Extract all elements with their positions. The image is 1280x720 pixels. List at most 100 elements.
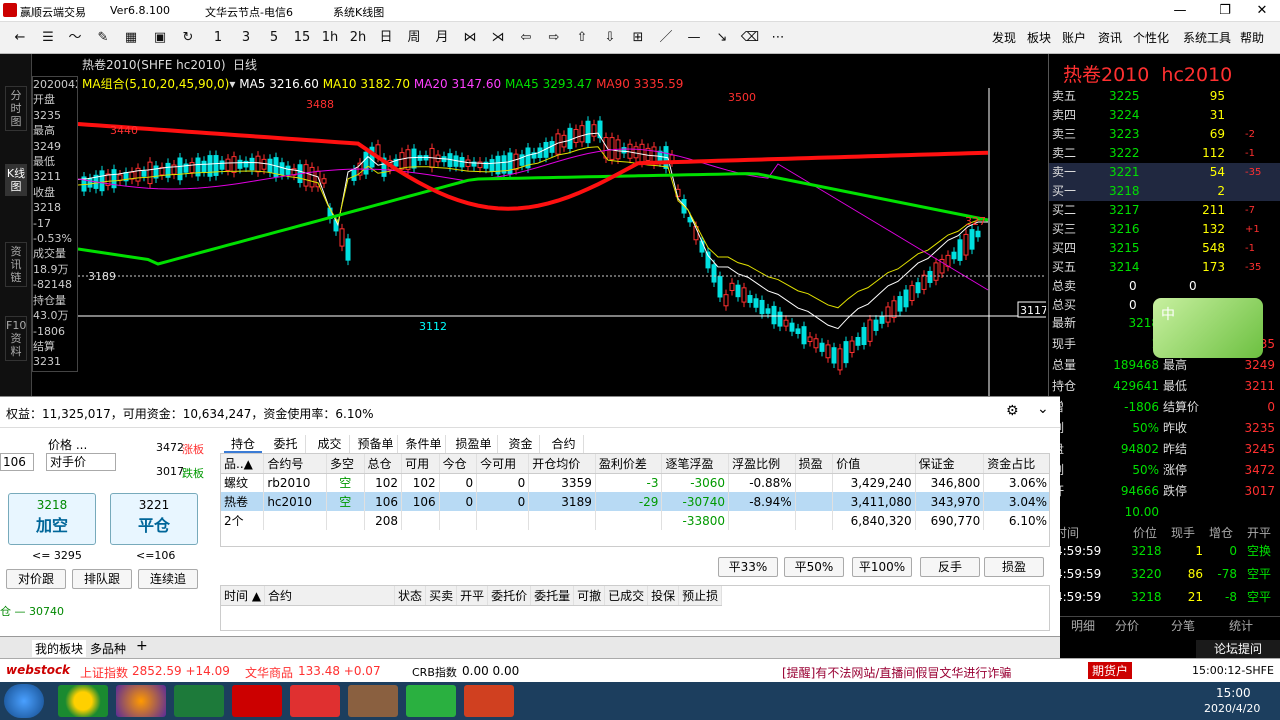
move-left-icon[interactable]: ⇦ xyxy=(516,28,536,48)
bid-row[interactable]: 买五 3214 173 -35 xyxy=(1049,258,1280,277)
tab-kline[interactable]: K线图 xyxy=(5,164,27,196)
tab-news-chain[interactable]: 资讯链 xyxy=(5,242,27,287)
period-1[interactable]: 1 xyxy=(208,28,228,48)
order-col-header[interactable]: 投保 xyxy=(647,586,680,606)
qty-input[interactable]: 106 xyxy=(0,453,34,471)
menu-sector[interactable]: 板块 xyxy=(1027,29,1051,46)
layout-icon[interactable]: ⊞ xyxy=(628,28,648,48)
grid-icon[interactable]: ▦ xyxy=(121,28,141,48)
price-type-select[interactable]: 对手价 xyxy=(46,453,116,471)
position-tab[interactable]: 成交 xyxy=(310,435,350,453)
tab-timeshare[interactable]: 分时图 xyxy=(5,86,27,131)
forum-button[interactable]: 论坛提问 xyxy=(1196,640,1280,658)
app-icon-6[interactable] xyxy=(348,685,398,717)
position-tab[interactable]: 委托 xyxy=(266,435,306,453)
continuous-chase-button[interactable]: 连续追 xyxy=(138,569,198,589)
col-header[interactable]: 合约号 xyxy=(263,454,327,474)
order-col-header[interactable]: 委托量 xyxy=(530,586,575,606)
ask-row[interactable]: 卖五 3225 95 xyxy=(1049,87,1280,106)
follow-opponent-button[interactable]: 对价跟 xyxy=(6,569,66,589)
period-15[interactable]: 15 xyxy=(290,28,314,48)
position-tab[interactable]: 条件单 xyxy=(402,435,446,453)
tools-icon[interactable]: ✎ xyxy=(93,28,113,48)
col-header[interactable]: 今仓 xyxy=(439,454,478,474)
col-header[interactable]: 可用 xyxy=(401,454,440,474)
position-tab[interactable]: 资金 xyxy=(502,435,540,453)
stock-app-icon[interactable] xyxy=(290,685,340,717)
order-col-header[interactable]: 时间 ▲ xyxy=(221,586,266,606)
line-chart-icon[interactable]: 〜 xyxy=(65,28,85,48)
col-header[interactable]: 价值 xyxy=(832,454,916,474)
ask-row[interactable]: 卖四 3224 31 xyxy=(1049,106,1280,125)
order-col-header[interactable]: 委托价 xyxy=(487,586,532,606)
ask-row[interactable]: 卖一 3221 54 -35 xyxy=(1049,163,1280,182)
menu-account[interactable]: 账户 xyxy=(1062,29,1086,46)
period-5[interactable]: 5 xyxy=(264,28,284,48)
position-tab[interactable]: 预备单 xyxy=(354,435,398,453)
period-2h[interactable]: 2h xyxy=(346,28,370,48)
position-row[interactable]: 2个 208 -33800 6,840,320 690,770 6.10% xyxy=(221,511,1049,530)
period-1h[interactable]: 1h xyxy=(318,28,342,48)
menu-help[interactable]: 帮助 xyxy=(1240,29,1264,46)
kline-chart[interactable]: 热卷2010(SHFE hc2010) 日线 3189 3488 3500 34… xyxy=(77,54,1049,396)
bid-row[interactable]: 买一 3218 2 xyxy=(1049,182,1280,201)
col-header[interactable]: 浮盈比例 xyxy=(728,454,796,474)
close-icon[interactable]: ✕ xyxy=(1242,0,1280,22)
futures-account-button[interactable]: 期货户 xyxy=(1088,662,1133,679)
settings-icon[interactable]: ⚙ xyxy=(1006,403,1019,419)
close-position-button[interactable]: 3221 平仓 xyxy=(110,493,198,545)
collapse-icon[interactable]: ⌄ xyxy=(1037,401,1049,417)
menu-discover[interactable]: 发现 xyxy=(992,29,1016,46)
down-icon[interactable]: ⇩ xyxy=(600,28,620,48)
add-short-button[interactable]: 3218 加空 xyxy=(8,493,96,545)
position-tab[interactable]: 合约 xyxy=(544,435,584,453)
notice-link[interactable]: [提醒]有不法网站/直播间假冒文华进行诈骗 xyxy=(782,664,1011,681)
col-header[interactable]: 逐笔浮盈 xyxy=(661,454,730,474)
position-tab[interactable]: 持仓 xyxy=(224,435,262,453)
col-header[interactable]: 损盈 xyxy=(795,454,834,474)
order-col-header[interactable]: 状态 xyxy=(394,586,427,606)
order-col-header[interactable]: 买卖 xyxy=(425,586,458,606)
order-col-header[interactable]: 预止损 xyxy=(678,586,723,606)
tab-multi-product[interactable]: 多品种 xyxy=(90,640,126,657)
move-right-icon[interactable]: ⇨ xyxy=(544,28,564,48)
col-header[interactable]: 保证金 xyxy=(915,454,985,474)
period-day[interactable]: 日 xyxy=(374,28,398,48)
order-col-header[interactable]: 开平 xyxy=(456,586,489,606)
col-header[interactable]: 盈利价差 xyxy=(595,454,663,474)
bid-row[interactable]: 买三 3216 132 +1 xyxy=(1049,220,1280,239)
more-icon[interactable]: ⋯ xyxy=(768,28,788,48)
refresh-icon[interactable]: ↻ xyxy=(178,28,198,48)
minimize-icon[interactable]: — xyxy=(1160,0,1200,22)
period-3[interactable]: 3 xyxy=(236,28,256,48)
ask-row[interactable]: 卖三 3223 69 -2 xyxy=(1049,125,1280,144)
hline-icon[interactable]: — xyxy=(684,28,704,48)
chart-period[interactable]: 日线 xyxy=(233,58,257,72)
firefox-icon[interactable] xyxy=(116,685,166,717)
kline-svg[interactable]: 热卷2010(SHFE hc2010) 日线 3189 3488 3500 34… xyxy=(77,54,1049,396)
period-month[interactable]: 月 xyxy=(430,28,454,48)
close-pct-button[interactable]: 平33% xyxy=(718,557,778,577)
position-tab[interactable]: 损盈单 xyxy=(450,435,498,453)
app-icon-8[interactable] xyxy=(464,685,514,717)
position-row[interactable]: 热卷 hc2010 空 106 106 0 0 3189 -29 -30740 -8.94% 3,41… xyxy=(221,492,1049,511)
close-pct-button[interactable]: 损盈 xyxy=(984,557,1044,577)
save-icon[interactable]: ▣ xyxy=(150,28,170,48)
tab-detail[interactable]: 明细 xyxy=(1071,617,1095,634)
maximize-icon[interactable]: ❐ xyxy=(1205,0,1245,22)
close-pct-button[interactable]: 平50% xyxy=(784,557,844,577)
menu-system-tools[interactable]: 系统工具 xyxy=(1183,29,1231,46)
col-header[interactable]: 开仓均价 xyxy=(528,454,596,474)
eraser-icon[interactable]: ⌫ xyxy=(740,28,760,48)
zoom-in-icon[interactable]: ⋈ xyxy=(460,28,480,48)
menu-personal[interactable]: 个性化 xyxy=(1133,29,1169,46)
close-pct-button[interactable]: 反手 xyxy=(920,557,980,577)
zoom-out-icon[interactable]: ⋊ xyxy=(488,28,508,48)
add-tab-icon[interactable]: + xyxy=(136,638,148,654)
tab-f10[interactable]: F10资料 xyxy=(5,316,27,361)
menu-news[interactable]: 资讯 xyxy=(1098,29,1122,46)
bid-row[interactable]: 买四 3215 548 -1 xyxy=(1049,239,1280,258)
close-pct-button[interactable]: 平100% xyxy=(852,557,912,577)
col-header[interactable]: 总仓 xyxy=(364,454,403,474)
queue-follow-button[interactable]: 排队跟 xyxy=(72,569,132,589)
